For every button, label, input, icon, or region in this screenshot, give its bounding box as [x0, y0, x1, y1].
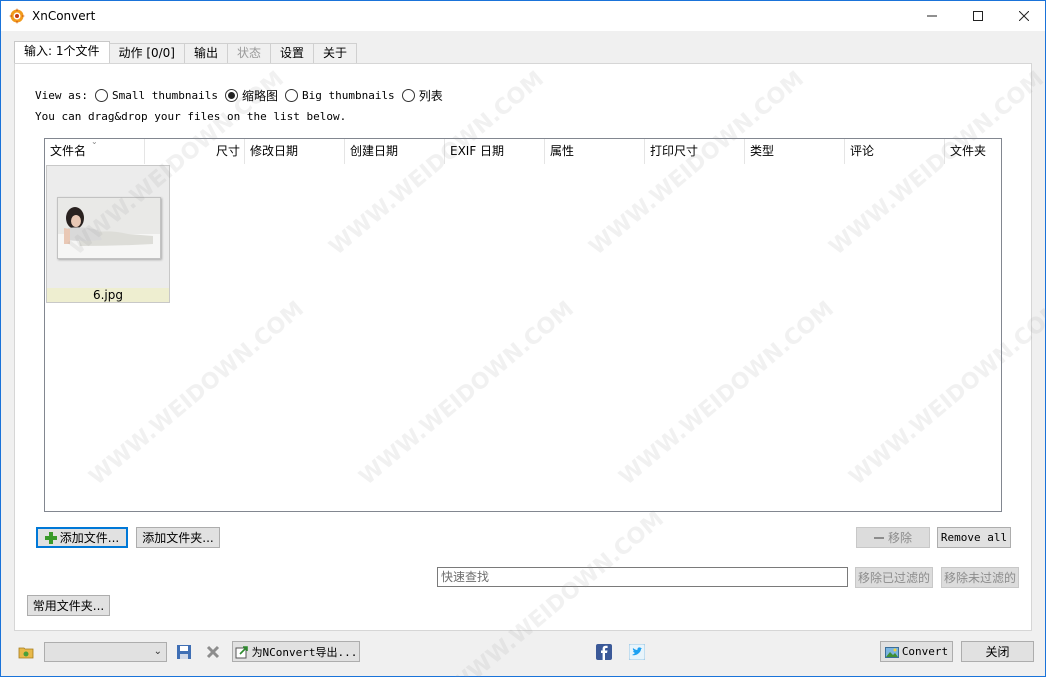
radio-small-thumbnails-label[interactable]: Small thumbnails — [112, 89, 218, 102]
remove-button: 移除 — [856, 527, 930, 548]
column-header-size[interactable]: 尺寸 — [145, 139, 245, 164]
radio-big-thumbnails[interactable] — [284, 88, 298, 102]
export-icon — [235, 645, 248, 658]
file-thumbnail-label: 6.jpg — [47, 288, 169, 302]
convert-icon — [884, 646, 899, 658]
common-folders-button[interactable]: 常用文件夹... — [27, 595, 110, 616]
file-thumbnail-item[interactable]: 6.jpg — [46, 165, 170, 303]
minimize-icon — [927, 15, 937, 17]
maximize-icon — [973, 11, 983, 21]
column-header-filename[interactable]: ⌄ 文件名 — [45, 139, 145, 164]
main-tabs: 输入: 1个文件 动作 [0/0] 输出 状态 设置 关于 — [14, 41, 358, 64]
convert-button[interactable]: Convert — [880, 641, 953, 662]
radio-thumbnails[interactable] — [224, 88, 238, 102]
column-header-modified-date[interactable]: 修改日期 — [245, 139, 345, 164]
chevron-down-icon: ⌄ — [153, 646, 162, 657]
app-window: XnConvert 输入: 1个文件 动作 [0/0] 输出 状态 设置 关于 … — [0, 0, 1046, 677]
maximize-button[interactable] — [955, 1, 1001, 31]
xnconvert-logo-icon — [9, 8, 25, 24]
column-header-print-size[interactable]: 打印尺寸 — [645, 139, 745, 164]
view-as-label: View as: — [35, 88, 88, 102]
title-bar[interactable]: XnConvert — [1, 1, 1045, 31]
minimize-button[interactable] — [909, 1, 955, 31]
quick-search-input[interactable]: 快速查找 — [437, 567, 848, 587]
delete-icon[interactable] — [205, 644, 221, 660]
open-folder-icon[interactable] — [18, 644, 34, 660]
tab-output[interactable]: 输出 — [184, 43, 229, 64]
drag-drop-hint: You can drag&drop your files on the list… — [35, 110, 347, 123]
tab-input[interactable]: 输入: 1个文件 — [14, 41, 110, 64]
tab-actions[interactable]: 动作 [0/0] — [108, 43, 185, 64]
column-header-created-date[interactable]: 创建日期 — [345, 139, 445, 164]
column-header-comment[interactable]: 评论 — [845, 139, 945, 164]
facebook-icon[interactable] — [596, 644, 612, 660]
add-icon — [44, 531, 57, 544]
twitter-icon[interactable] — [629, 644, 645, 660]
close-button[interactable]: 关闭 — [961, 641, 1034, 662]
add-files-button[interactable]: 添加文件... — [36, 527, 128, 548]
export-nconvert-button[interactable]: 为NConvert导出... — [232, 641, 360, 662]
column-header-folder[interactable]: 文件夹 — [945, 139, 1001, 164]
remove-filtered-button: 移除已过滤的 — [855, 567, 933, 588]
radio-big-thumbnails-label[interactable]: Big thumbnails — [302, 89, 395, 102]
file-thumbnail-image — [57, 197, 161, 259]
add-folder-button[interactable]: 添加文件夹... — [136, 527, 220, 548]
radio-list-label[interactable]: 列表 — [419, 87, 443, 104]
tab-settings[interactable]: 设置 — [270, 43, 315, 64]
file-list[interactable]: ⌄ 文件名 尺寸 修改日期 创建日期 EXIF 日期 属性 打印尺寸 类型 评论… — [44, 138, 1002, 512]
preset-dropdown[interactable]: ⌄ — [44, 642, 167, 662]
sort-indicator-icon: ⌄ — [91, 139, 98, 146]
save-icon[interactable] — [176, 644, 192, 660]
column-header-attributes[interactable]: 属性 — [545, 139, 645, 164]
column-header-exif-date[interactable]: EXIF 日期 — [445, 139, 545, 164]
remove-unfiltered-button: 移除未过滤的 — [941, 567, 1019, 588]
close-icon — [1019, 11, 1029, 21]
window-title: XnConvert — [32, 9, 96, 23]
tab-status: 状态 — [227, 43, 272, 64]
view-as-selector: View as: Small thumbnails 缩略图 Big thumbn… — [35, 87, 443, 103]
file-list-header: ⌄ 文件名 尺寸 修改日期 创建日期 EXIF 日期 属性 打印尺寸 类型 评论… — [45, 139, 1001, 164]
radio-list[interactable] — [401, 88, 415, 102]
column-header-type[interactable]: 类型 — [745, 139, 845, 164]
remove-all-button[interactable]: Remove all — [937, 527, 1011, 548]
close-window-button[interactable] — [1001, 1, 1046, 31]
tab-about[interactable]: 关于 — [313, 43, 358, 64]
radio-small-thumbnails[interactable] — [94, 88, 108, 102]
input-panel: View as: Small thumbnails 缩略图 Big thumbn… — [14, 63, 1032, 631]
minus-icon — [873, 536, 884, 539]
radio-thumbnails-label[interactable]: 缩略图 — [242, 87, 278, 104]
